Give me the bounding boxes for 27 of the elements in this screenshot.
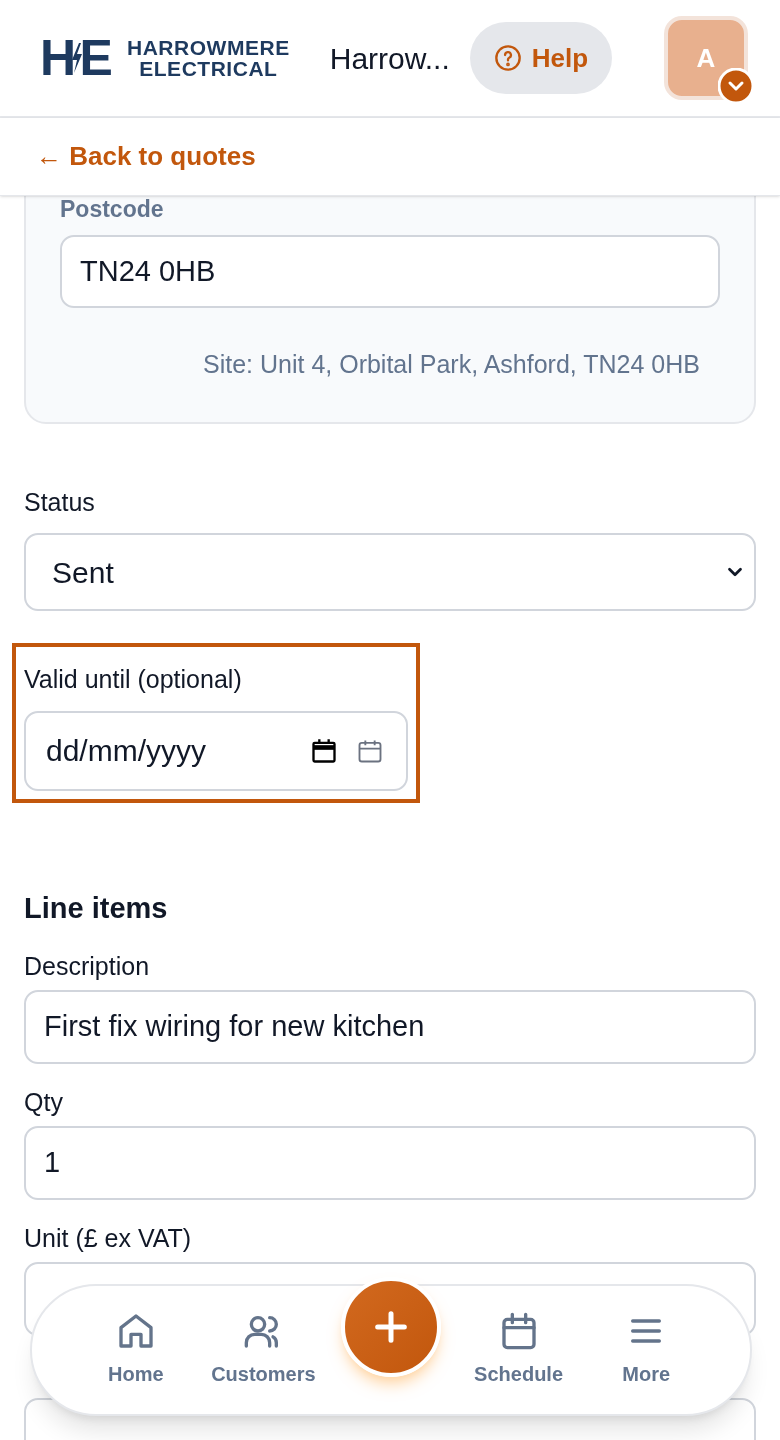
logo-text: ELECTRICAL — [139, 58, 278, 79]
site-address-text: Site: Unit 4, Orbital Park, Ashford, TN24 0HB — [202, 349, 701, 380]
logo-letter: H — [40, 33, 74, 83]
field-label: Postcode — [60, 198, 165, 221]
date-field[interactable]: dd/mm/yyyy — [24, 710, 408, 791]
field-label: Status — [24, 486, 96, 518]
status-select[interactable]: Sent — [24, 533, 756, 611]
field-label: Unit (£ ex VAT) — [24, 1223, 193, 1254]
field-label: Description — [24, 951, 151, 982]
calendar-icon — [310, 736, 338, 765]
postcode-field[interactable]: TN24 0HB — [60, 235, 720, 308]
nav-more-tab[interactable]: More — [582, 1311, 710, 1389]
page-title: Harrow... — [329, 40, 450, 77]
logo-letter: E — [79, 33, 113, 83]
chevron-down-icon — [718, 68, 754, 104]
nav-home-tab[interactable]: Home — [72, 1311, 200, 1389]
field-label: Valid until (optional) — [24, 664, 243, 695]
back-link[interactable]: ← Back to quotes — [36, 137, 256, 176]
input-field[interactable]: 1 — [24, 1126, 756, 1200]
nav-schedule-tab[interactable]: Schedule — [454, 1311, 583, 1389]
nav-customers-tab[interactable]: Customers — [199, 1311, 328, 1389]
logo-text: HARROWMERE — [126, 37, 290, 58]
input-field[interactable]: First fix wiring for new kitchen — [24, 990, 756, 1064]
field-label: Qty — [24, 1087, 64, 1118]
help-icon — [493, 44, 522, 72]
section-heading: Line items — [24, 890, 169, 926]
help-button[interactable]: Help — [469, 22, 613, 94]
